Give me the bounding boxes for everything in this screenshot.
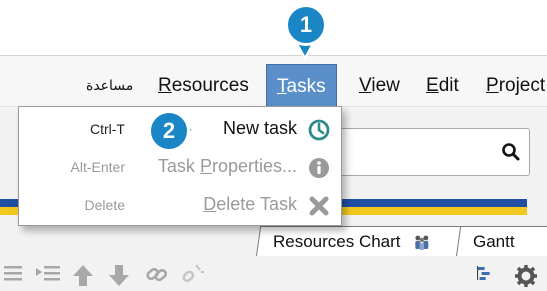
move-down-icon[interactable] [106, 262, 132, 288]
tab-gantt[interactable]: Gantt [456, 226, 547, 280]
menu-tasks-mnemonic: T [277, 76, 287, 97]
delete-x-icon [309, 196, 329, 216]
menu-edit-label: dit [438, 75, 459, 96]
label-part: elete Task [216, 194, 297, 214]
label-part: Task [157, 156, 200, 176]
shortcut-label: Delete [84, 197, 125, 213]
menu-item-delete-task[interactable]: Delete Delete Task [19, 189, 341, 225]
menu-view-label: iew [371, 75, 400, 96]
label-mnemonic: P [199, 156, 212, 176]
indent-icon[interactable] [34, 262, 62, 288]
menu-project-label: roject [498, 75, 546, 96]
menu-project-mnemonic: P [486, 75, 499, 96]
menu-view-mnemonic: V [359, 75, 372, 96]
label-part: roperties... [211, 156, 297, 176]
shortcut-label: Ctrl-T [90, 121, 125, 137]
label-part: New task [222, 118, 297, 138]
outdent-icon[interactable] [2, 262, 26, 288]
menu-project[interactable]: Project [476, 64, 547, 108]
step-callout-1: 1 [285, 4, 327, 46]
menu-edit-mnemonic: E [426, 75, 439, 96]
menu-help[interactable]: مساعدة [76, 64, 143, 108]
menu-resources[interactable]: Resources [148, 64, 259, 108]
shortcut-label: Alt-Enter [70, 159, 125, 175]
callout-number: 1 [299, 12, 313, 37]
unlink-icon[interactable] [180, 262, 206, 288]
search-input[interactable] [330, 128, 530, 176]
callout-number: 2 [162, 118, 176, 143]
menu-tasks-label: asks [286, 76, 326, 97]
menu-item-label: Task Properties... [158, 156, 297, 177]
menu-item-label: New task [223, 118, 297, 139]
menu-tasks[interactable]: Tasks [266, 64, 337, 108]
menu-view[interactable]: View [349, 64, 410, 108]
menu-item-label: Delete Task [203, 194, 297, 215]
search-icon[interactable] [501, 142, 521, 162]
menu-help-label: مساعدة [86, 78, 134, 94]
menu-resources-mnemonic: R [158, 75, 172, 96]
clock-icon [308, 119, 330, 141]
tab-resources-chart[interactable]: Resources Chart [256, 226, 469, 256]
top-margin [0, 0, 547, 55]
label-mnemonic: D [203, 194, 217, 214]
people-icon [415, 235, 429, 250]
tab-gantt-label: Gantt [472, 232, 515, 251]
menu-edit[interactable]: Edit [416, 64, 469, 108]
gear-icon[interactable] [513, 262, 539, 288]
step-callout-2: 2 [148, 110, 190, 152]
tab-resources-chart-label: Resources Chart [272, 232, 401, 251]
menu-resources-label: esources [171, 75, 249, 96]
menu-item-task-properties[interactable]: Alt-Enter Task Properties... [19, 151, 341, 187]
info-icon [309, 158, 329, 178]
move-up-icon[interactable] [70, 262, 96, 288]
link-icon[interactable] [144, 262, 170, 288]
